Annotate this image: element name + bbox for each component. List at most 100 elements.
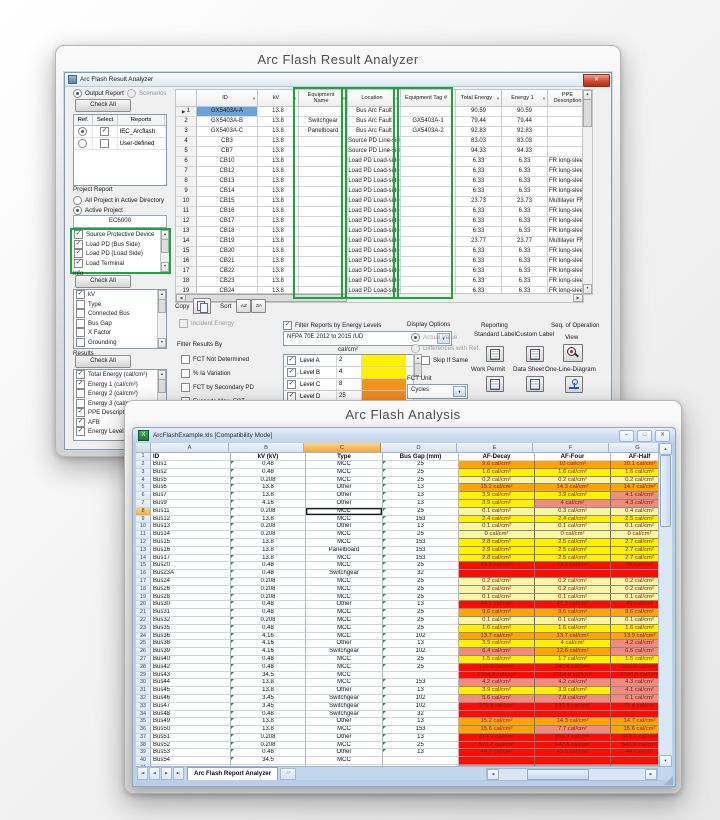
cell[interactable]: 6.33: [456, 167, 502, 177]
row-number[interactable]: 40: [136, 757, 151, 765]
cell[interactable]: 0 cal/cm²: [459, 531, 535, 539]
cell[interactable]: 13: [383, 640, 459, 648]
scroll-right-icon[interactable]: ▶: [645, 769, 657, 780]
cell[interactable]: MCC: [306, 531, 383, 539]
table-row[interactable]: 5Bus613.8Other1315.2 cal/cm²14.3 cal/cm²…: [136, 484, 659, 492]
cell[interactable]: Bus54: [151, 757, 231, 765]
cell[interactable]: [401, 167, 456, 177]
radio-icon[interactable]: [127, 89, 136, 98]
cell[interactable]: 153: [383, 539, 459, 547]
cell[interactable]: 13.7 cal/cm²: [459, 633, 535, 641]
skip-if-same-checkbox[interactable]: Skip If Same: [421, 356, 468, 365]
cell[interactable]: 23.77: [456, 237, 502, 247]
checkbox-checked-icon[interactable]: ✓: [76, 380, 85, 389]
cell[interactable]: [401, 227, 456, 237]
cell[interactable]: 363.1 cal/cm²: [611, 734, 659, 742]
cell[interactable]: 13.8: [231, 726, 306, 734]
last-sheet-icon[interactable]: ▶|: [173, 767, 184, 780]
cell[interactable]: 13.8: [258, 267, 299, 277]
cell[interactable]: 25: [383, 656, 459, 664]
table-row[interactable]: 21Bus310.48MCC259.6 cal/cm²9.6 cal/cm²9.…: [136, 609, 659, 617]
checkbox-checked-icon[interactable]: ✓: [74, 259, 83, 268]
cell[interactable]: 13.8: [258, 257, 299, 267]
cell[interactable]: 9.6 cal/cm²: [611, 609, 659, 617]
cell[interactable]: 0.208: [231, 508, 306, 516]
cell[interactable]: [299, 197, 348, 207]
cell[interactable]: MCC: [306, 726, 383, 734]
cell[interactable]: Bus38: [151, 640, 231, 648]
cell[interactable]: 0.2 cal/cm²: [459, 578, 535, 586]
table-row[interactable]: 31Bus4513.8Other133.9 cal/cm²3.9 cal/cm²…: [136, 687, 659, 695]
cell[interactable]: Other: [306, 718, 383, 726]
cell[interactable]: 13.8: [258, 187, 299, 197]
cell[interactable]: 0.2 cal/cm²: [611, 477, 659, 485]
cell[interactable]: [401, 177, 456, 187]
cell[interactable]: Bus23A: [151, 570, 231, 578]
cell[interactable]: CB15: [197, 197, 258, 207]
cell[interactable]: 4 cal/cm²: [535, 500, 611, 508]
cell[interactable]: 5.6 cal/cm²: [459, 695, 535, 703]
cell[interactable]: 94.33: [502, 147, 548, 157]
scroll-down-icon[interactable]: ▼: [583, 284, 592, 294]
cell[interactable]: Bus30: [151, 601, 231, 609]
cell[interactable]: [383, 672, 459, 680]
cell[interactable]: CB19: [197, 237, 258, 247]
cell[interactable]: Bus2: [151, 469, 231, 477]
cell[interactable]: 6.33: [502, 167, 548, 177]
cell[interactable]: 1.5 cal/cm²: [611, 656, 659, 664]
cell[interactable]: 13.8: [258, 177, 299, 187]
row-header[interactable]: 17: [176, 267, 197, 277]
cell[interactable]: MCC: [306, 578, 383, 586]
check-all-info-button[interactable]: Check All: [75, 275, 131, 288]
cell[interactable]: MCC: [306, 672, 383, 680]
cell[interactable]: 571.7 cal/cm²: [459, 742, 535, 750]
row-number[interactable]: 29: [136, 672, 151, 680]
next-sheet-icon[interactable]: ▶: [161, 767, 172, 780]
cell[interactable]: 153: [383, 679, 459, 687]
cell[interactable]: Bus50: [151, 726, 231, 734]
row-number[interactable]: 12: [136, 539, 151, 547]
check-all-results-button[interactable]: Check All: [75, 355, 131, 368]
cell[interactable]: 3.9 cal/cm²: [459, 640, 535, 648]
cell[interactable]: 25: [383, 461, 459, 469]
table-row[interactable]: 15CB2013.8Load PD Load-side6.336.33FR lo…: [176, 247, 591, 257]
cell[interactable]: 13.8: [258, 237, 299, 247]
radio-icon[interactable]: [411, 344, 420, 353]
cell[interactable]: Bus31: [151, 609, 231, 617]
table-row[interactable]: 6Bus713.8Other133.9 cal/cm²3.9 cal/cm²4.…: [136, 492, 659, 500]
cell[interactable]: 1396.9 cal/cm²: [611, 672, 659, 680]
table-row[interactable]: 39Bus530.48Other1344.2 cal/cm²43.5 cal/c…: [136, 749, 659, 757]
cell[interactable]: 3.45: [231, 703, 306, 711]
radio-selected-icon[interactable]: [73, 206, 82, 215]
list-item[interactable]: Type: [74, 300, 158, 310]
cell[interactable]: 0.208: [231, 742, 306, 750]
cell[interactable]: 6.5 cal/cm²: [611, 648, 659, 656]
column-header[interactable]: Equipment Tag #▼: [401, 89, 456, 107]
sort-ascending-button[interactable]: A↓Z: [236, 299, 251, 313]
cell[interactable]: Other: [306, 749, 383, 757]
checkbox-icon[interactable]: [179, 319, 188, 328]
cell[interactable]: 4 cal/cm²: [535, 640, 611, 648]
cell[interactable]: Bus43: [151, 672, 231, 680]
dropdown-arrow-icon[interactable]: ▼: [496, 96, 500, 101]
cell[interactable]: 0 cal/cm²: [611, 531, 659, 539]
cell[interactable]: 49 cal/cm²: [611, 601, 659, 609]
cell[interactable]: 0.48: [231, 601, 306, 609]
cell[interactable]: CB12: [197, 167, 258, 177]
row-header[interactable]: 11: [176, 207, 197, 217]
table-row[interactable]: 10CB1513.8Load PD Load-side23.7323.73Mul…: [176, 197, 591, 207]
cell[interactable]: 83.03: [456, 137, 502, 147]
cell[interactable]: 83.03: [502, 137, 548, 147]
copy-button[interactable]: [193, 298, 211, 314]
cell[interactable]: 0.208: [231, 477, 306, 485]
cell[interactable]: [401, 277, 456, 287]
cell[interactable]: 15.2 cal/cm²: [459, 718, 535, 726]
cell[interactable]: 7.9 cal/cm²: [535, 695, 611, 703]
table-row[interactable]: ▶1GX5403A-A13.8Bus Arc Fault90.5990.59: [176, 107, 591, 117]
row-header[interactable]: 10: [176, 197, 197, 207]
cell[interactable]: CB14: [197, 187, 258, 197]
cell[interactable]: [535, 570, 611, 578]
table-row[interactable]: 22Bus320.208MCC250.1 cal/cm²0.1 cal/cm²0…: [136, 617, 659, 625]
row-number[interactable]: 3: [136, 469, 151, 477]
cell[interactable]: 0.1 cal/cm²: [611, 523, 659, 531]
